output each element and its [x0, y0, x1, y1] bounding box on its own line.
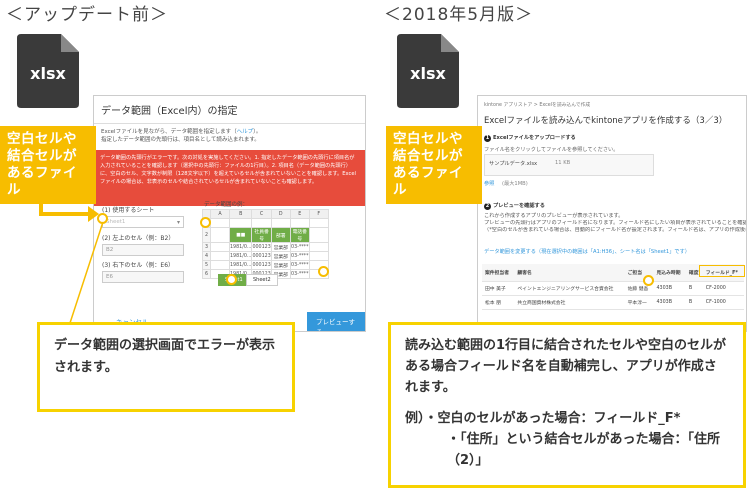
table-cell: CF-2000: [702, 281, 744, 296]
table-cell: 4303B: [653, 295, 686, 310]
table-cell: CF-1000: [702, 295, 744, 310]
note-after: 読み込む範囲の1行目に結合されたセルや空白のセルがある場合フィールド名を自動補完…: [388, 322, 746, 488]
table-cell: 田中 美子: [482, 281, 515, 296]
step-number-icon-2: 2: [484, 203, 491, 210]
tag-line-3b: あるファイル: [393, 165, 463, 198]
table-row: 松本 朋共立商国資材株式会社 平本淳一 4303B B CF-1000: [482, 295, 744, 310]
table-cell: ペイントエンジニアリングサービス合資会社: [514, 281, 625, 296]
blank-merged-cells-tag-2: 空白セルや 結合セルが あるファイル: [386, 126, 482, 204]
step2-desc: これから作成するアプリのプレビューが表示されています。 プレビューの先頭行はアプ…: [484, 213, 746, 234]
step2-desc-3: （*空白のセルが含まれている場合は、自動的にフィールド名が設定されます。フィール…: [484, 227, 746, 233]
table-cell: 松本 朋: [482, 295, 515, 310]
change-range-link[interactable]: データ範囲を変更する（現在選択中の範囲は「A1:H36」、シート名は「Sheet…: [484, 248, 690, 255]
step2-title: 2 プレビューを確認する: [484, 202, 545, 210]
step2-desc-2: プレビューの先頭行はアプリのフィールド名になります。フィールド名にしたい項目が表…: [484, 220, 746, 226]
upload-row: サンプルデータ.xlsx 11 KB: [484, 154, 654, 176]
max-size: (最大1MB): [502, 181, 528, 187]
step-number-icon: 1: [484, 135, 491, 142]
tag-line-2b: 結合セルが: [393, 148, 463, 164]
breadcrumb: kintone アプリストア > Excelを読み込んで作成: [484, 103, 591, 108]
table-row: 田中 美子 ペイントエンジニアリングサービス合資会社 佐藤 健吾 4303B B CF-2…: [482, 281, 744, 296]
step2-label: プレビューを確認する: [493, 203, 545, 209]
file-size: 11 KB: [555, 160, 571, 166]
note-before: データ範囲の選択画面でエラーが表示されます。: [37, 322, 295, 412]
table-cell: 4303B: [653, 281, 686, 296]
table-cell: B: [685, 295, 703, 310]
table-header-cell: 案件担当者: [482, 264, 515, 282]
page-title: Excelファイルを読み込んでkintoneアプリを作成する（3／3）: [484, 116, 728, 126]
note-after-main: 読み込む範囲の1行目に結合されたセルや空白のセルがある場合フィールド名を自動補完…: [405, 338, 727, 395]
table-cell: 平本淳一: [624, 295, 654, 310]
marker-dot-5: [643, 275, 654, 286]
step1-desc: ファイル名をクリックしてファイルを参照してください。: [484, 147, 619, 153]
create-app-screen: kintone アプリストア > Excelを読み込んで作成 Excelファイル…: [477, 95, 747, 332]
step1-label: Excelファイルをアップロードする: [493, 135, 576, 141]
browse-link[interactable]: 参照: [484, 180, 494, 187]
table-cell: 共立商国資材株式会社: [514, 295, 625, 310]
note-after-example-2: ・「住所」という結合セルがあった場合：「住所（2）」: [447, 432, 721, 468]
step1-title: 1 Excelファイルをアップロードする: [484, 134, 576, 142]
step2-desc-1: これから作成するアプリのプレビューが表示されています。: [484, 213, 624, 219]
table-header-cell: 見込み時期: [653, 264, 686, 282]
field-name-highlight: [699, 265, 745, 277]
table-cell: B: [685, 281, 703, 296]
table-header-cell: 顧客名: [514, 264, 625, 282]
note-after-example-1: 例）・空白のセルがあった場合：フィールド_F*: [405, 411, 681, 426]
tag-line-1b: 空白セルや: [393, 131, 463, 147]
file-name[interactable]: サンプルデータ.xlsx: [489, 160, 537, 167]
